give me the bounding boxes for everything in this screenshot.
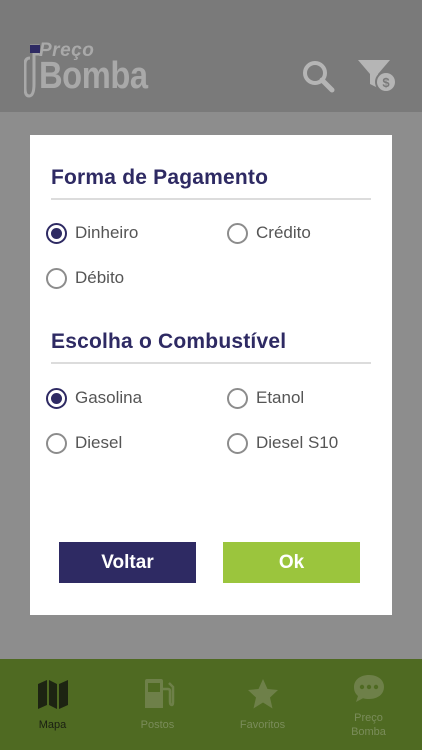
tab-mapa[interactable]: Mapa <box>0 659 105 750</box>
radio-indicator[interactable] <box>46 267 67 289</box>
tab-label-line1: Preço <box>354 712 383 724</box>
tab-label: Favoritos <box>239 719 286 731</box>
map-icon <box>38 680 68 709</box>
radio-label: Dinheiro <box>75 223 139 242</box>
radio-indicator[interactable] <box>227 432 248 454</box>
tab-label: Mapa <box>38 719 67 731</box>
logo-text-bottom: Bomba <box>39 55 148 97</box>
radio-diesel[interactable]: Diesel <box>46 431 122 455</box>
payment-divider <box>51 198 371 200</box>
radio-credito[interactable]: Crédito <box>227 221 311 245</box>
radio-indicator[interactable] <box>227 222 248 244</box>
svg-text:$: $ <box>382 75 390 90</box>
tab-label-line2: Bomba <box>351 726 386 738</box>
radio-label: Gasolina <box>75 388 143 407</box>
back-button[interactable]: Voltar <box>59 542 196 583</box>
radio-selected-indicator[interactable] <box>46 387 67 409</box>
search-icon[interactable] <box>300 58 336 94</box>
app-logo: Preço Bomba <box>24 40 164 100</box>
radio-selected-indicator[interactable] <box>46 222 67 244</box>
radio-label: Diesel S10 <box>256 433 339 452</box>
tab-favoritos[interactable]: Favoritos <box>210 659 315 750</box>
radio-label: Débito <box>75 268 125 287</box>
radio-label: Crédito <box>256 223 311 242</box>
radio-indicator[interactable] <box>227 387 248 409</box>
radio-etanol[interactable]: Etanol <box>227 386 304 410</box>
radio-gasolina[interactable]: Gasolina <box>46 386 142 410</box>
fuel-section-title: Escolha o Combustível <box>51 330 287 353</box>
radio-label: Diesel <box>75 433 123 452</box>
radio-label: Etanol <box>256 388 305 407</box>
fuel-divider <box>51 362 371 364</box>
tab-preco-bomba[interactable]: Preço Bomba <box>316 659 421 750</box>
filter-dialog: Forma de Pagamento Dinheiro Crédito Débi… <box>30 135 392 615</box>
bottom-tab-bar: Mapa Postos Favoritos Preço Bomba <box>0 659 422 750</box>
chat-icon <box>354 675 384 702</box>
radio-debito[interactable]: Débito <box>46 266 124 290</box>
star-icon <box>248 679 278 709</box>
ok-button[interactable]: Ok <box>223 542 360 583</box>
gas-station-icon <box>145 679 175 708</box>
radio-diesel-s10[interactable]: Diesel S10 <box>227 431 338 455</box>
radio-dinheiro[interactable]: Dinheiro <box>46 221 138 245</box>
radio-indicator[interactable] <box>46 432 67 454</box>
filter-dollar-icon[interactable]: $ <box>356 56 400 96</box>
app-header: Preço Bomba $ <box>0 0 422 112</box>
payment-section-title: Forma de Pagamento <box>51 166 269 189</box>
tab-postos[interactable]: Postos <box>105 659 210 750</box>
tab-label: Postos <box>140 719 175 731</box>
